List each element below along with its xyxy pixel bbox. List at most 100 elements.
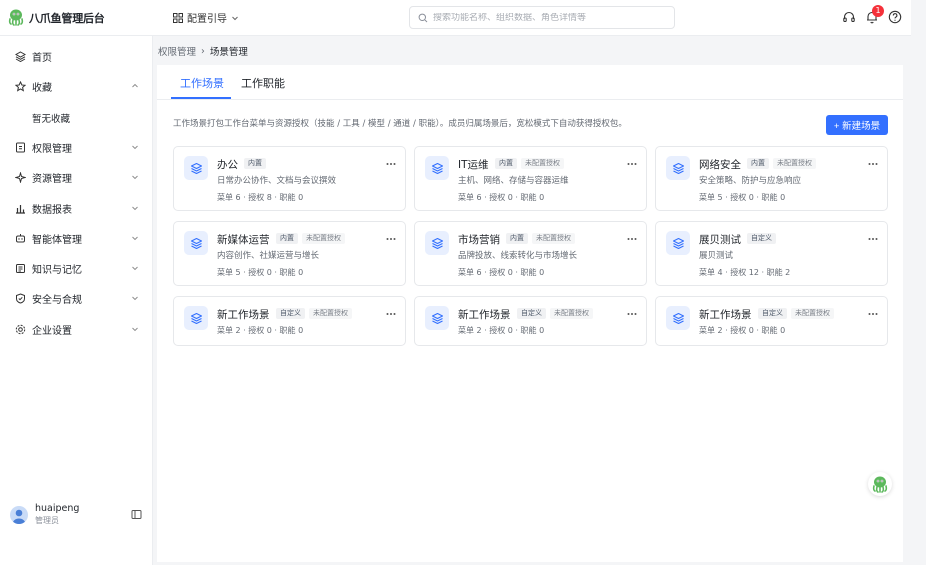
sidebar-item-label: 知识与记忆 <box>32 264 82 276</box>
more-options-icon[interactable] <box>627 231 637 240</box>
headset-icon[interactable] <box>842 10 856 24</box>
scene-stats: 菜单 2 · 授权 0 · 职能 0 <box>458 326 545 335</box>
scene-tags: 内置 未配置授权 <box>747 158 816 169</box>
scene-tag: 内置 <box>747 158 769 169</box>
sidebar-collapse-icon[interactable] <box>131 509 142 520</box>
user-name: huaipeng <box>35 503 80 514</box>
assistant-float-button[interactable] <box>868 472 892 496</box>
active-tab-indicator <box>171 97 231 99</box>
app-title: 八爪鱼管理后台 <box>29 12 105 25</box>
search-input[interactable] <box>433 12 653 23</box>
scene-card[interactable]: 新媒体运营 内置 未配置授权 内容创作、社媒运营与增长 菜单 5 · 授权 0 · 职能… <box>173 221 406 286</box>
sidebar-item-label: 企业设置 <box>32 325 72 337</box>
scene-tag: 未配置授权 <box>302 233 345 244</box>
layers-icon <box>425 306 449 330</box>
chevron-down-icon <box>132 327 138 332</box>
scene-tags: 自定义 <box>747 233 776 244</box>
more-options-icon[interactable] <box>386 156 396 165</box>
star-icon <box>15 80 26 92</box>
more-options-icon[interactable] <box>386 231 396 240</box>
scene-card[interactable]: 市场营销 内置 未配置授权 品牌投放、线索转化与市场增长 菜单 6 · 授权 0 · 职… <box>414 221 647 286</box>
scene-card[interactable]: IT运维 内置 未配置授权 主机、网络、存储与容器运维 菜单 6 · 授权 0 · 职能… <box>414 146 647 211</box>
scene-name: 网络安全 <box>699 159 741 171</box>
sidebar-item-label: 收藏 <box>32 82 52 94</box>
more-options-icon[interactable] <box>386 306 396 315</box>
top-header: 八爪鱼管理后台 配置引导 1 <box>0 0 911 36</box>
scene-tag: 内置 <box>276 233 298 244</box>
scene-name: 新媒体运营 <box>217 234 270 246</box>
resource-icon <box>15 171 26 183</box>
more-options-icon[interactable] <box>868 306 878 315</box>
scene-card[interactable]: 新工作场景 自定义 未配置授权 菜单 2 · 授权 0 · 职能 0 <box>173 296 406 346</box>
scene-card[interactable]: 新工作场景 自定义 未配置授权菜单 2 · 授权 0 · 职能 0 <box>655 296 888 346</box>
octopus-assistant-icon <box>872 476 888 493</box>
chart-icon <box>16 204 25 214</box>
grid-icon <box>173 12 183 23</box>
sidebar-item-reports[interactable]: 数据报表 <box>0 195 153 221</box>
sidebar-item-knowledge[interactable]: 知识与记忆 <box>0 255 153 281</box>
scene-tag: 未配置授权 <box>791 308 834 319</box>
scene-name: 办公 <box>217 159 238 171</box>
robot-icon <box>16 233 25 242</box>
main-panel: 工作场景 工作职能 工作场景打包工作台菜单与资源授权（技能 / 工具 / 模型 … <box>157 65 903 562</box>
chevron-down-icon <box>132 236 138 241</box>
sidebar-item-label: 资源管理 <box>32 173 72 185</box>
breadcrumb-separator: › <box>201 45 205 57</box>
breadcrumb-current: 场景管理 <box>209 47 248 58</box>
scene-card[interactable]: 展贝测试 自定义 展贝测试 菜单 4 · 授权 12 · 职能 2 <box>655 221 888 286</box>
more-options-icon[interactable] <box>868 231 878 240</box>
layers-icon <box>184 306 208 330</box>
scene-tags: 自定义 未配置授权 <box>758 308 834 319</box>
layers-icon <box>184 156 208 180</box>
scene-description: 展贝测试 <box>699 251 734 261</box>
chevron-down-icon <box>132 175 138 180</box>
scene-tags: 自定义 未配置授权 <box>517 308 593 319</box>
chevron-down-icon <box>232 16 238 20</box>
chevron-down-icon <box>132 206 138 211</box>
scene-card[interactable]: 办公 内置 日常办公协作、文档与会议撰效 菜单 6 · 授权 8 · 职能 0 <box>173 146 406 211</box>
gear-icon <box>15 324 26 334</box>
global-search[interactable] <box>409 6 675 29</box>
sidebar-item-home[interactable]: 首页 <box>0 43 153 69</box>
sidebar-item-permissions[interactable]: 权限管理 <box>0 134 153 160</box>
sidebar-item-enterprise[interactable]: 企业设置 <box>0 316 153 342</box>
tab-work-functions[interactable]: 工作职能 <box>241 75 285 91</box>
new-scene-button[interactable]: + 新建场景 <box>826 115 888 135</box>
sidebar-item-security[interactable]: 安全与合规 <box>0 285 153 311</box>
layers-icon <box>425 156 449 180</box>
scene-stats: 菜单 6 · 授权 0 · 职能 0 <box>458 268 545 277</box>
page-description: 工作场景打包工作台菜单与资源授权（技能 / 工具 / 模型 / 通道 / 职能）… <box>173 119 627 129</box>
more-options-icon[interactable] <box>868 156 878 165</box>
chevron-up-icon <box>132 83 138 88</box>
scene-tag: 未配置授权 <box>550 308 593 319</box>
search-icon <box>418 13 428 22</box>
scene-stats: 菜单 4 · 授权 12 · 职能 2 <box>699 268 791 277</box>
breadcrumb-parent[interactable]: 权限管理 <box>158 44 196 58</box>
permission-icon <box>16 142 25 152</box>
scene-name: 新工作场景 <box>217 309 270 321</box>
octopus-logo-icon <box>8 9 24 26</box>
scene-card[interactable]: 新工作场景 自定义 未配置授权 菜单 2 · 授权 0 · 职能 0 <box>414 296 647 346</box>
scene-name: 市场营销 <box>458 234 500 246</box>
scene-tag: 未配置授权 <box>309 308 352 319</box>
sidebar-item-resources[interactable]: 资源管理 <box>0 164 153 190</box>
sidebar-item-favorites[interactable]: 收藏 <box>0 73 153 99</box>
scene-tag: 未配置授权 <box>532 233 575 244</box>
layers-icon <box>666 306 690 330</box>
help-icon[interactable] <box>888 10 902 24</box>
user-role: 管理员 <box>35 516 59 525</box>
scene-stats: 菜单 2 · 授权 0 · 职能 0 <box>699 326 786 335</box>
scene-description: 品牌投放、线索转化与市场增长 <box>458 251 578 261</box>
scene-stats: 菜单 2 · 授权 0 · 职能 0 <box>217 326 304 335</box>
sidebar-item-agents[interactable]: 智能体管理 <box>0 225 153 251</box>
tab-work-scenes[interactable]: 工作场景 <box>180 75 224 91</box>
scene-name: 新工作场景 <box>699 309 752 321</box>
config-guide-dropdown[interactable]: 配置引导 <box>173 10 239 25</box>
avatar <box>10 505 28 524</box>
scene-tags: 内置 未配置授权 <box>276 233 345 244</box>
user-profile[interactable]: huaipeng 管理员 <box>10 503 79 526</box>
knowledge-icon <box>16 263 25 273</box>
more-options-icon[interactable] <box>627 306 637 315</box>
scene-card[interactable]: 网络安全 内置 未配置授权 安全策略、防护与应急响应 菜单 5 · 授权 0 · 职能 … <box>655 146 888 211</box>
more-options-icon[interactable] <box>627 156 637 165</box>
